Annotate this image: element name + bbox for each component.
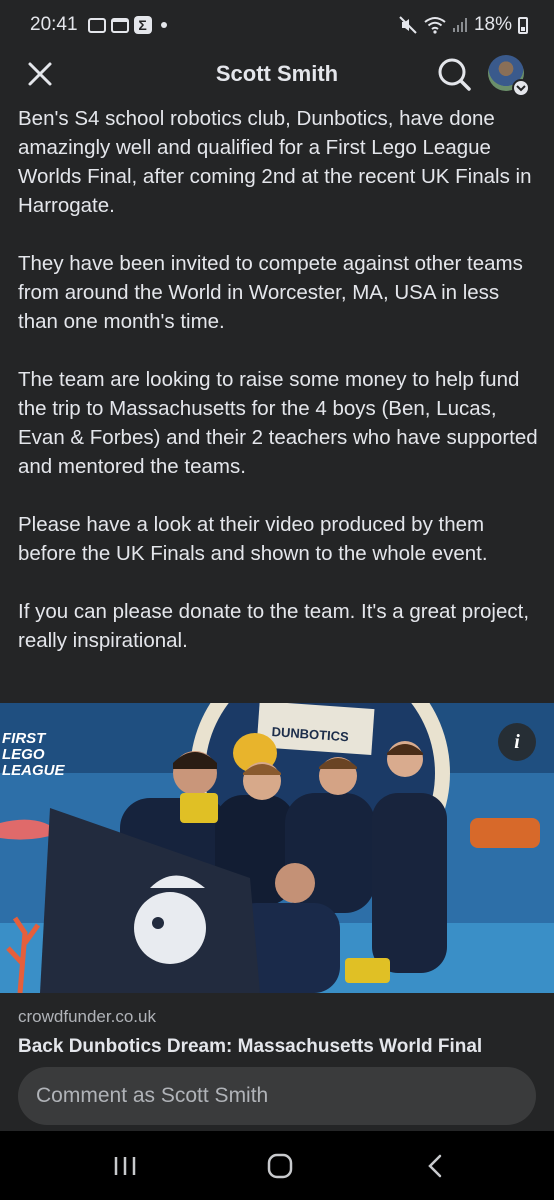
home-icon bbox=[267, 1153, 293, 1179]
close-button[interactable] bbox=[22, 56, 58, 92]
post-paragraph: They have been invited to compete agains… bbox=[18, 252, 523, 333]
sms-icon bbox=[87, 17, 106, 33]
status-left-icons: Σ bbox=[87, 16, 167, 34]
fll-lego-text: LEGO bbox=[2, 746, 45, 763]
recent-apps-button[interactable] bbox=[107, 1149, 143, 1183]
post-paragraph: If you can please donate to the team. It… bbox=[18, 600, 530, 652]
signal-icon bbox=[452, 18, 467, 32]
header: Scott Smith bbox=[0, 50, 554, 98]
status-bar: 20:41 Σ 18% bbox=[0, 0, 554, 50]
sigma-icon: Σ bbox=[133, 16, 152, 34]
chevron-down-icon bbox=[512, 79, 530, 97]
link-title: Back Dunbotics Dream: Massachusetts Worl… bbox=[18, 1036, 483, 1057]
battery-percent: 18% bbox=[473, 14, 512, 35]
dot-icon bbox=[160, 22, 167, 28]
mute-icon bbox=[399, 16, 417, 34]
comment-input[interactable]: Comment as Scott Smith bbox=[18, 1067, 536, 1125]
recent-apps-icon bbox=[114, 1157, 136, 1175]
post-paragraph: Ben's S4 school robotics club, Dunbotics… bbox=[18, 107, 532, 217]
search-icon bbox=[438, 58, 471, 91]
comment-placeholder: Comment as Scott Smith bbox=[36, 1084, 269, 1107]
close-icon bbox=[28, 62, 52, 86]
link-preview-image[interactable]: FIRST LEGO LEAGUE DUNBOTICS i bbox=[0, 703, 554, 993]
search-button[interactable] bbox=[434, 54, 474, 94]
post-paragraph: Please have a look at their video produc… bbox=[18, 513, 488, 565]
comment-bar: Comment as Scott Smith bbox=[0, 1061, 554, 1131]
profile-avatar-button[interactable] bbox=[488, 55, 530, 97]
team-photo: FIRST LEGO LEAGUE DUNBOTICS bbox=[0, 703, 554, 993]
battery-icon bbox=[518, 16, 528, 34]
info-icon: i bbox=[514, 730, 520, 753]
calendar-icon bbox=[110, 17, 129, 33]
back-button[interactable] bbox=[418, 1149, 454, 1183]
home-button[interactable] bbox=[262, 1149, 298, 1183]
post-body: Ben's S4 school robotics club, Dunbotics… bbox=[18, 104, 540, 684]
fll-league-text: LEAGUE bbox=[2, 762, 66, 779]
status-time: 20:41 bbox=[30, 14, 78, 35]
wifi-icon bbox=[424, 17, 446, 34]
link-preview-meta[interactable]: crowdfunder.co.uk Back Dunbotics Dream: … bbox=[0, 993, 554, 1061]
post-paragraph: The team are looking to raise some money… bbox=[18, 368, 538, 478]
back-icon bbox=[428, 1154, 442, 1178]
info-button[interactable]: i bbox=[498, 723, 536, 761]
link-domain: crowdfunder.co.uk bbox=[18, 1007, 156, 1026]
system-nav-bar bbox=[0, 1131, 554, 1200]
fll-first-text: FIRST bbox=[2, 730, 47, 747]
status-right-icons: 18% bbox=[398, 14, 528, 36]
